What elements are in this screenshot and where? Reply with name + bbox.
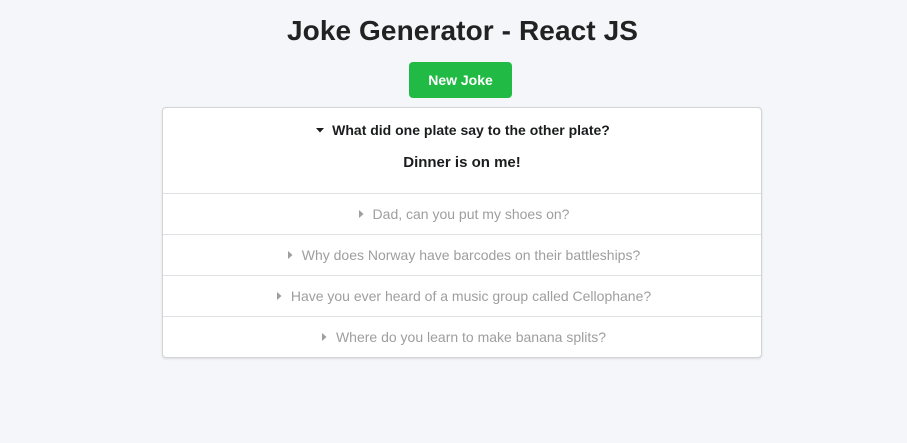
joke-item: Where do you learn to make banana splits… [163,316,761,357]
joke-answer: Dinner is on me! [403,154,521,171]
caret-right-icon [284,249,296,261]
joke-item: Why does Norway have barcodes on their b… [163,234,761,275]
joke-item: Dad, can you put my shoes on? [163,193,761,234]
joke-accordion: What did one plate say to the other plat… [162,107,762,358]
joke-question: Why does Norway have barcodes on their b… [301,247,641,263]
joke-item: Have you ever heard of a music group cal… [163,275,761,316]
page-title: Joke Generator - React JS [286,15,639,46]
joke-item: What did one plate say to the other plat… [163,108,761,193]
joke-title[interactable]: Where do you learn to make banana splits… [163,317,761,357]
joke-title[interactable]: What did one plate say to the other plat… [163,108,761,151]
caret-right-icon [355,208,367,220]
joke-title[interactable]: Dad, can you put my shoes on? [163,194,761,234]
joke-question: Dad, can you put my shoes on? [372,206,570,222]
caret-down-icon [314,124,326,136]
joke-question: Where do you learn to make banana splits… [335,329,607,345]
caret-right-icon [318,331,330,343]
joke-question: What did one plate say to the other plat… [332,121,610,138]
joke-title[interactable]: Why does Norway have barcodes on their b… [163,235,761,275]
caret-right-icon [273,290,285,302]
joke-title[interactable]: Have you ever heard of a music group cal… [163,276,761,316]
joke-question: Have you ever heard of a music group cal… [290,288,652,304]
new-joke-button[interactable]: New Joke [409,62,512,98]
